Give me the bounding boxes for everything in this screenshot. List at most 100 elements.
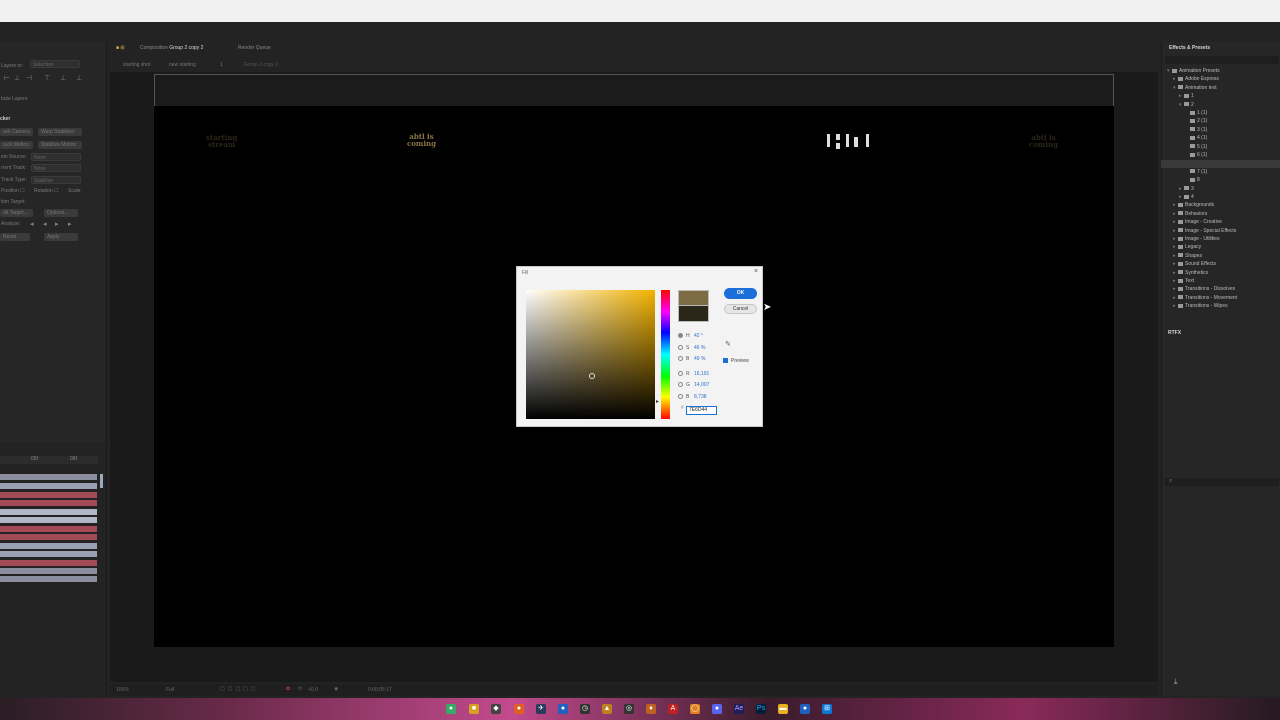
breadcrumb-item[interactable]: 1 <box>220 62 223 68</box>
layer-bar[interactable] <box>0 560 97 566</box>
discord-icon[interactable]: ● <box>712 704 722 714</box>
brightness-param[interactable]: B 49 % <box>678 355 705 363</box>
comp-text-left[interactable]: starting stream <box>206 134 237 148</box>
eyedropper-icon[interactable]: ✎ <box>725 340 731 348</box>
analyze-forward-icon[interactable]: ▸ <box>68 221 74 228</box>
preset-tree-item[interactable]: ▸ Adobe Express <box>1173 75 1219 83</box>
breadcrumb-item[interactable]: starting shot <box>123 62 150 68</box>
saturation-brightness-field[interactable] <box>526 290 655 419</box>
preset-tree-item[interactable]: ▸ Transitions - Dissolves <box>1173 285 1235 293</box>
preset-tree-item[interactable]: ▸ Behaviors <box>1173 210 1207 218</box>
effects-search-input[interactable] <box>1165 56 1279 64</box>
layer-bar[interactable] <box>0 526 97 532</box>
preset-tree-item[interactable]: ▸ Transitions - Movement <box>1173 294 1237 302</box>
radio-icon[interactable] <box>678 345 683 351</box>
comp-text-center[interactable]: abtl is coming <box>407 133 436 147</box>
preset-tree-item[interactable]: 8 <box>1185 176 1200 184</box>
reset-button[interactable]: Reset <box>0 233 30 241</box>
rotation-checkbox[interactable]: Rotation ☐ <box>34 187 59 196</box>
app-icon[interactable]: ◆ <box>491 704 501 714</box>
rtfx-title[interactable]: RTFX <box>1168 330 1181 336</box>
view-toggles-icon[interactable]: ▢▢▢▢▢ <box>220 686 259 692</box>
motion-source-select[interactable]: None <box>31 153 81 161</box>
layer-bar[interactable] <box>0 568 97 574</box>
h-value[interactable]: 42 ° <box>694 333 703 339</box>
app-icon[interactable]: ♦ <box>646 704 656 714</box>
radio-icon[interactable] <box>678 382 683 388</box>
preset-tree-item[interactable]: ▸ Text <box>1173 277 1194 285</box>
hue-param[interactable]: H 42 ° <box>678 332 703 340</box>
preset-tree-item[interactable]: ▸ Image - Special Effects <box>1173 227 1236 235</box>
preset-tree-item[interactable]: ▸ 1 <box>1179 92 1194 100</box>
preset-tree-item[interactable]: ▸ Backgrounds <box>1173 201 1214 209</box>
preset-tree-item[interactable]: ▸ 4 <box>1179 193 1194 201</box>
breadcrumb-item[interactable]: new starting <box>169 62 196 68</box>
close-icon[interactable]: × <box>754 268 758 275</box>
breadcrumb-item[interactable]: Group 2 copy 2 <box>244 62 278 68</box>
layer-bar[interactable] <box>0 534 97 540</box>
rtfx-search-input[interactable]: ⌕ <box>1165 478 1279 486</box>
app-icon[interactable]: ● <box>558 704 568 714</box>
layer-bar[interactable] <box>0 492 97 498</box>
chrome-icon[interactable]: ● <box>446 704 456 714</box>
timeline-ruler[interactable]: 05f 06f <box>0 456 98 464</box>
preset-tree-item[interactable]: ▾ 2 <box>1179 101 1194 109</box>
hue-slider-handle-icon[interactable]: ▸ <box>656 398 659 405</box>
original-color-swatch[interactable] <box>678 306 709 322</box>
after-effects-icon[interactable]: Ae <box>734 704 744 714</box>
comp-text-icons[interactable] <box>826 131 872 151</box>
track-motion-button[interactable]: rack Motion <box>0 141 33 149</box>
current-track-select[interactable]: None <box>31 164 81 172</box>
preset-tree-item[interactable]: ▸ Image - Creative <box>1173 218 1222 226</box>
hex-color-input[interactable]: 7E6D44 <box>686 406 717 415</box>
options-button[interactable]: Options... <box>44 209 78 217</box>
preset-tree-item[interactable]: ▾ Animation text <box>1173 84 1217 92</box>
clock-icon[interactable]: ◷ <box>580 704 590 714</box>
exposure-value[interactable]: +0.0 <box>308 687 318 693</box>
layer-bar[interactable] <box>0 483 97 489</box>
tab-composition[interactable]: Composition Group 2 copy 2 <box>140 45 203 51</box>
analyze-back-icon[interactable]: ◂ <box>30 221 36 228</box>
r-value[interactable]: 16,191 <box>694 371 709 377</box>
app-icon[interactable]: ◯ <box>690 704 700 714</box>
radio-icon[interactable] <box>678 356 683 362</box>
layer-bar[interactable] <box>0 474 97 480</box>
app-icon[interactable]: ● <box>514 704 524 714</box>
align-to-select[interactable]: Selection <box>30 60 80 68</box>
align-middle-icon[interactable]: ⊥ <box>60 75 66 82</box>
app-icon[interactable]: ● <box>800 704 810 714</box>
photoshop-icon[interactable]: Ps <box>756 704 766 714</box>
scale-label[interactable]: Scale <box>68 187 81 196</box>
edit-target-button[interactable]: dit Target... <box>0 209 33 217</box>
app-icon[interactable]: ■ <box>469 704 479 714</box>
g-value[interactable]: 14,007 <box>694 382 709 388</box>
s-value[interactable]: 46 % <box>694 345 705 351</box>
preset-tree-item[interactable]: 6 (1) <box>1185 151 1207 159</box>
layer-bar[interactable] <box>0 543 97 549</box>
hue-slider[interactable] <box>661 290 670 419</box>
radio-icon[interactable] <box>678 394 683 400</box>
app-icon[interactable]: ▲ <box>602 704 612 714</box>
preset-tree-item[interactable]: 3 (1) <box>1185 126 1207 134</box>
align-right-icon[interactable]: ⊣ <box>26 75 32 82</box>
layer-bar[interactable] <box>0 509 97 515</box>
playhead[interactable] <box>100 474 103 488</box>
layer-bar[interactable] <box>0 576 97 582</box>
preset-tree-item[interactable]: 7 (1) <box>1185 168 1207 176</box>
apply-button[interactable]: Apply <box>44 233 78 241</box>
snapshot-icon[interactable]: ◉ <box>334 686 338 692</box>
ok-button[interactable]: OK <box>724 288 757 299</box>
color-mgmt-icon[interactable]: ✿ <box>286 686 290 692</box>
preview-checkbox[interactable]: Preview <box>723 358 749 364</box>
effects-presets-title[interactable]: Effects & Presets <box>1169 45 1210 51</box>
preset-tree-item[interactable]: ▸ Sound Effects <box>1173 260 1216 268</box>
app-icon[interactable]: ◎ <box>624 704 634 714</box>
radio-icon[interactable] <box>678 371 683 377</box>
windows-icon[interactable]: ⊞ <box>822 704 832 714</box>
align-center-icon[interactable]: ⊥ <box>14 75 20 82</box>
blue-value[interactable]: 8,738 <box>694 394 707 400</box>
timecode[interactable]: 0:00:05:17 <box>368 687 392 693</box>
track-camera-button[interactable]: ack Camera <box>0 128 33 136</box>
preset-tree-item[interactable]: ▸ Transitions - Wipes <box>1173 302 1228 310</box>
radio-icon[interactable] <box>678 333 683 339</box>
